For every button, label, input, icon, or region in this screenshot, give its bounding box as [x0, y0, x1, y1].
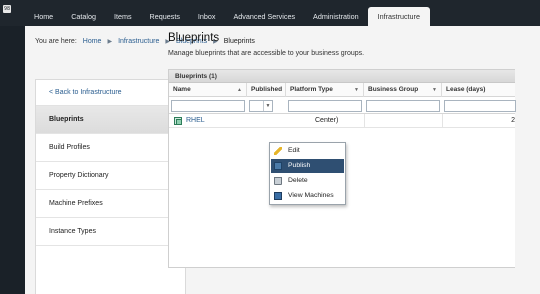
- lease-filter-input[interactable]: [444, 100, 516, 112]
- tab-infrastructure[interactable]: Infrastructure: [367, 7, 430, 26]
- column-published-label: Published: [251, 86, 283, 93]
- pencil-icon: [274, 147, 282, 155]
- tab-advanced-services[interactable]: Advanced Services: [225, 7, 305, 26]
- lease-cell: 2: [511, 117, 515, 124]
- app-icon[interactable]: 98: [3, 5, 11, 13]
- top-navigation-bar: 98 Home Catalog Items Requests Inbox Adv…: [0, 0, 540, 26]
- menu-item-label: Edit: [288, 147, 300, 154]
- grid-header: Blueprints (1): [169, 70, 515, 83]
- publish-icon: [274, 162, 282, 170]
- tab-inbox[interactable]: Inbox: [189, 7, 225, 26]
- column-platform-type-label: Platform Type: [290, 86, 333, 93]
- breadcrumb-current: Blueprints: [223, 38, 255, 45]
- filter-icon[interactable]: ▼: [354, 83, 359, 97]
- tab-home[interactable]: Home: [25, 7, 62, 26]
- page-title: Blueprints: [168, 32, 220, 44]
- business-group-filter-input[interactable]: [366, 100, 440, 112]
- back-to-infrastructure-link[interactable]: < Back to Infrastructure: [36, 80, 185, 106]
- tab-requests[interactable]: Requests: [141, 7, 189, 26]
- view-machines-icon: [274, 192, 282, 200]
- sidebar-item-blueprints[interactable]: Blueprints: [36, 106, 185, 134]
- blueprint-icon: [174, 117, 182, 125]
- sidebar-item-machine-prefixes[interactable]: Machine Prefixes: [36, 190, 185, 218]
- grid-column-headers: Name ▲ Published Platform Type ▼ Busines…: [169, 83, 515, 97]
- menu-item-publish[interactable]: Publish: [271, 159, 344, 173]
- column-lease[interactable]: Lease (days): [442, 83, 516, 97]
- grid-filter-row: ▼: [169, 97, 516, 114]
- breadcrumb-home[interactable]: Home: [83, 38, 102, 45]
- column-business-group-label: Business Group: [368, 86, 419, 93]
- column-business-group[interactable]: Business Group ▼: [364, 83, 442, 97]
- published-filter-select[interactable]: ▼: [249, 100, 273, 112]
- menu-item-label: View Machines: [288, 192, 334, 199]
- breadcrumb: You are here: Home ▶ Infrastructure ▶ Bl…: [35, 38, 255, 45]
- breadcrumb-label: You are here:: [35, 38, 77, 45]
- cell-divider: [364, 114, 365, 128]
- tab-items[interactable]: Items: [105, 7, 141, 26]
- name-filter-input[interactable]: [171, 100, 245, 112]
- tab-administration[interactable]: Administration: [304, 7, 368, 26]
- column-name[interactable]: Name ▲: [169, 83, 247, 97]
- platform-type-cell: Center): [315, 117, 339, 124]
- row-context-menu: Edit Publish Delete View Machines: [269, 142, 346, 205]
- trash-icon: [274, 177, 282, 185]
- filter-icon[interactable]: ▼: [432, 83, 437, 97]
- menu-item-view-machines[interactable]: View Machines: [271, 189, 344, 203]
- left-sidebar: < Back to Infrastructure Blueprints Buil…: [35, 79, 186, 294]
- sidebar-item-build-profiles[interactable]: Build Profiles: [36, 134, 185, 162]
- blueprint-name-link[interactable]: RHEL: [186, 114, 205, 128]
- menu-item-label: Publish: [288, 162, 311, 169]
- tab-catalog[interactable]: Catalog: [62, 7, 105, 26]
- column-lease-label: Lease (days): [446, 86, 486, 93]
- sidebar-item-instance-types[interactable]: Instance Types: [36, 218, 185, 246]
- breadcrumb-separator-icon: ▶: [107, 39, 113, 45]
- main-tabs: Home Catalog Items Requests Inbox Advanc…: [25, 7, 430, 26]
- menu-item-edit[interactable]: Edit: [271, 144, 344, 158]
- sort-asc-icon[interactable]: ▲: [237, 83, 242, 97]
- page-subtitle: Manage blueprints that are accessible to…: [168, 50, 365, 57]
- menu-item-label: Delete: [288, 177, 308, 184]
- column-published[interactable]: Published: [247, 83, 286, 97]
- menu-item-delete[interactable]: Delete: [271, 174, 344, 188]
- column-name-label: Name: [173, 86, 191, 93]
- table-row[interactable]: RHEL Center) 2: [169, 114, 515, 128]
- column-platform-type[interactable]: Platform Type ▼: [286, 83, 364, 97]
- breadcrumb-infrastructure[interactable]: Infrastructure: [118, 38, 159, 45]
- cell-divider: [442, 114, 443, 128]
- chevron-down-icon: ▼: [263, 101, 272, 111]
- sidebar-item-property-dictionary[interactable]: Property Dictionary: [36, 162, 185, 190]
- platform-type-filter-input[interactable]: [288, 100, 362, 112]
